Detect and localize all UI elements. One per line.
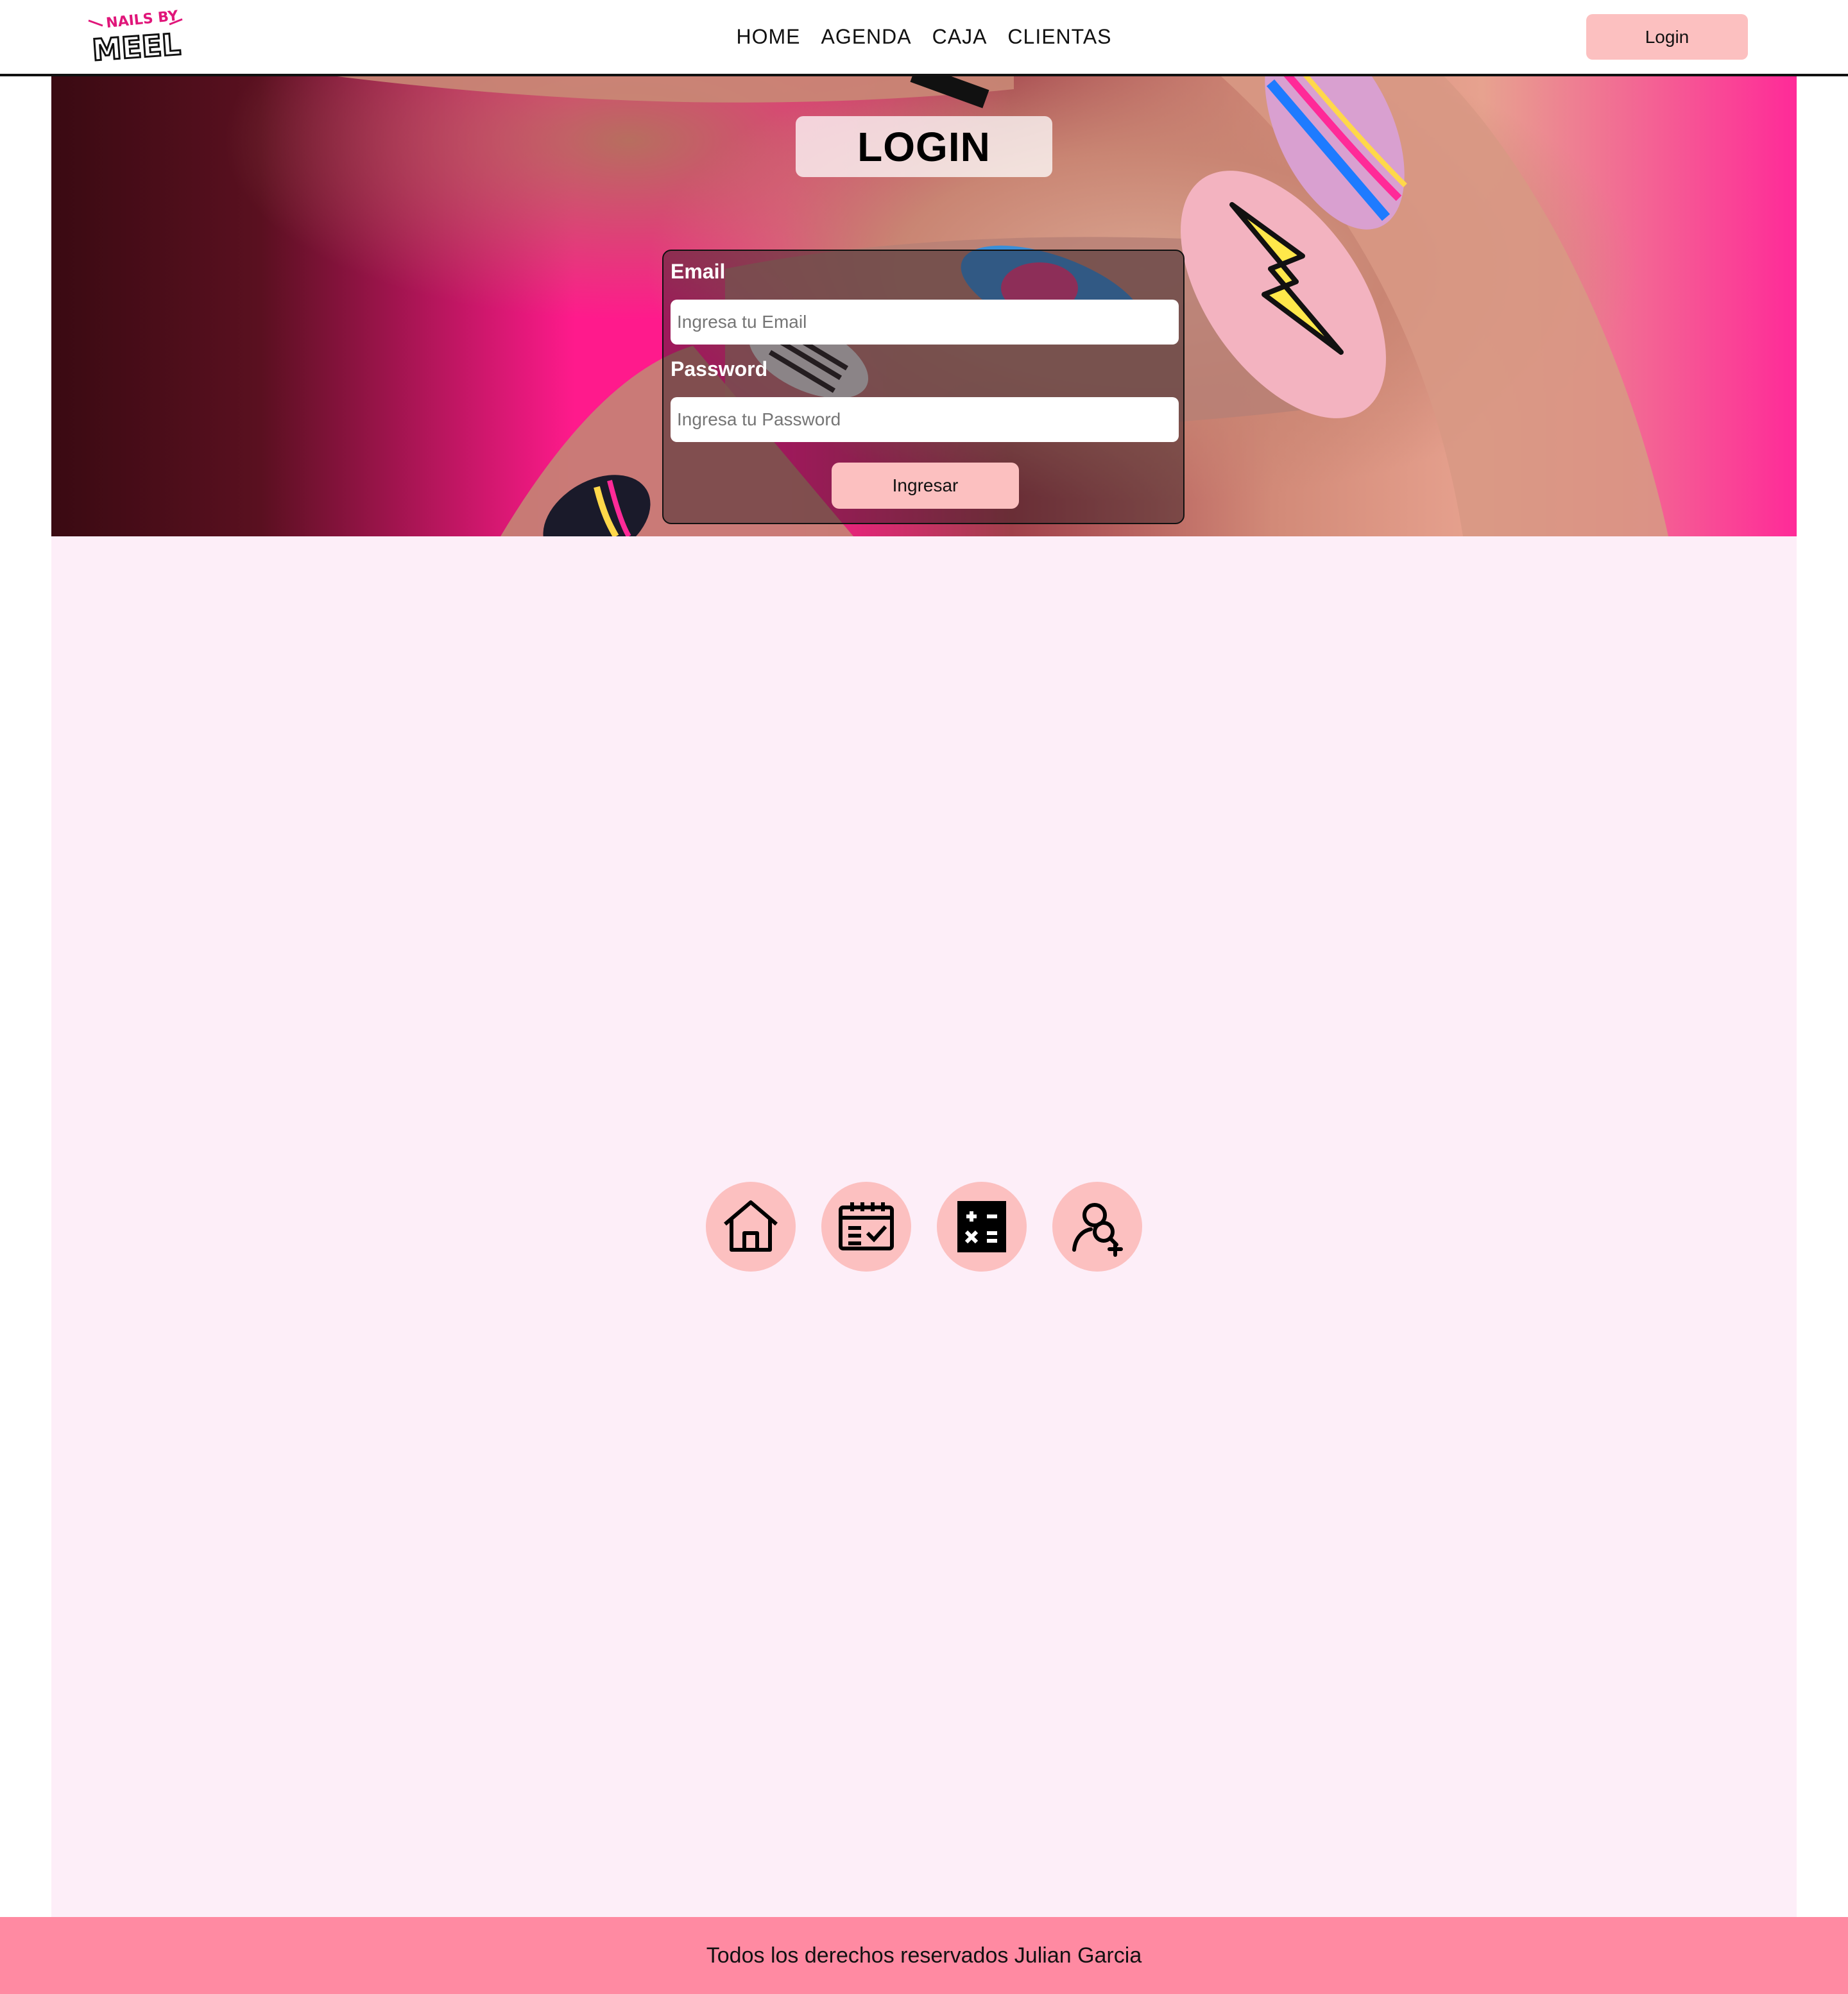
email-label: Email	[671, 260, 726, 283]
quick-nav-home[interactable]	[706, 1182, 796, 1272]
footer: Todos los derechos reservados Julian Gar…	[0, 1917, 1848, 1994]
navbar: NAILS BY MEEL HOME AGENDA CAJA CLIENTAS …	[0, 0, 1848, 76]
hero-banner: LOGIN Email Password Ingresar	[51, 76, 1797, 536]
page-title: LOGIN	[796, 116, 1052, 177]
email-field[interactable]	[671, 300, 1179, 345]
svg-text:MEEL: MEEL	[91, 27, 182, 64]
add-user-icon	[1072, 1203, 1123, 1257]
quick-nav-clientas[interactable]	[1052, 1182, 1142, 1272]
submit-button[interactable]: Ingresar	[832, 463, 1019, 509]
quick-nav-caja[interactable]	[937, 1182, 1027, 1272]
brand-logo[interactable]: NAILS BY MEEL	[87, 6, 184, 64]
nav-link-home[interactable]: HOME	[736, 25, 800, 49]
nav-link-clientas[interactable]: CLIENTAS	[1007, 25, 1111, 49]
quick-nav-agenda[interactable]	[821, 1182, 911, 1272]
password-field[interactable]	[671, 397, 1179, 442]
password-label: Password	[671, 357, 768, 380]
main-content	[51, 536, 1797, 1917]
main-nav: HOME AGENDA CAJA CLIENTAS	[0, 0, 1848, 74]
login-button[interactable]: Login	[1586, 14, 1748, 60]
quick-nav	[51, 1182, 1797, 1272]
nav-link-agenda[interactable]: AGENDA	[821, 25, 911, 49]
nav-link-caja[interactable]: CAJA	[932, 25, 988, 49]
login-form: Email Password Ingresar	[662, 250, 1185, 524]
calculator-icon	[957, 1201, 1006, 1252]
home-icon	[724, 1200, 778, 1252]
footer-text: Todos los derechos reservados Julian Gar…	[706, 1943, 1142, 1968]
calendar-check-icon	[839, 1202, 894, 1250]
